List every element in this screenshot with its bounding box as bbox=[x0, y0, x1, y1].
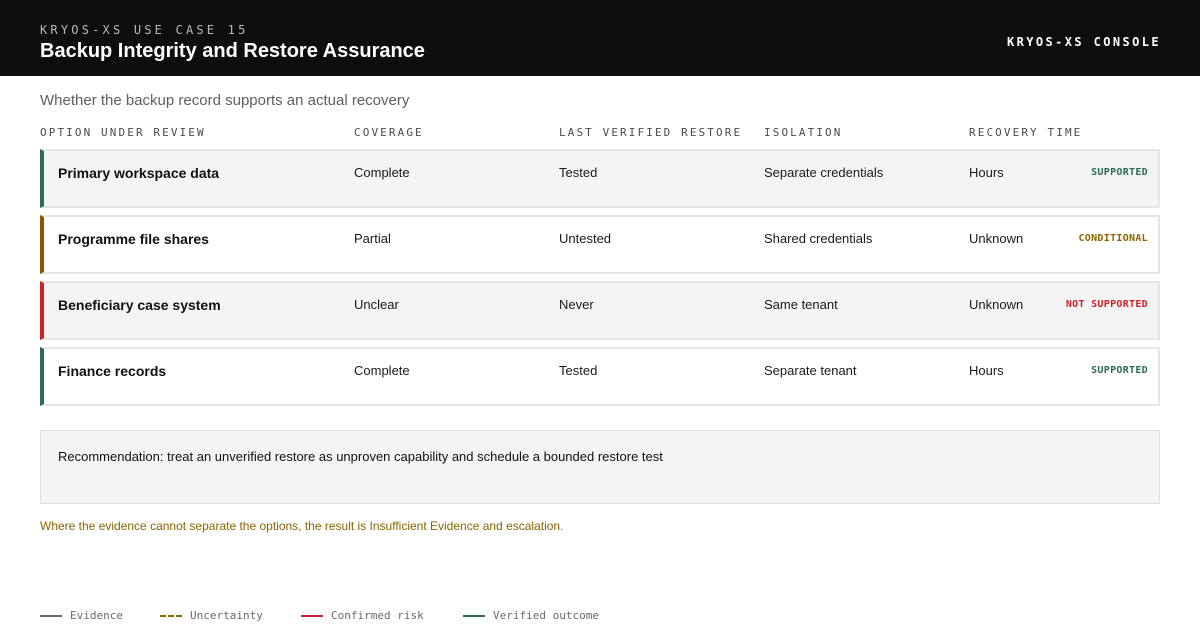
column-header-last-verified-restore: LAST VERIFIED RESTORE bbox=[559, 126, 743, 139]
isolation-value: Separate credentials bbox=[764, 165, 884, 180]
status-badge: CONDITIONAL bbox=[1078, 233, 1148, 244]
evidence-line-icon bbox=[40, 615, 62, 617]
recovery-time-value: Unknown bbox=[969, 297, 1024, 312]
last-verified-restore-value: Tested bbox=[559, 363, 598, 378]
page-title: Backup Integrity and Restore Assurance bbox=[40, 40, 425, 62]
last-verified-restore-value: Untested bbox=[559, 231, 612, 246]
isolation-value: Shared credentials bbox=[764, 231, 873, 246]
legend-label: Evidence bbox=[70, 609, 123, 622]
uncertainty-line-icon bbox=[160, 615, 182, 617]
recovery-time-value: Hours bbox=[969, 363, 1004, 378]
status-badge: NOT SUPPORTED bbox=[1065, 299, 1148, 310]
column-header-coverage: COVERAGE bbox=[354, 126, 424, 139]
use-case-eyebrow: KRYOS-XS USE CASE 15 bbox=[40, 23, 249, 37]
column-header-recovery-time: RECOVERY TIME bbox=[969, 126, 1083, 139]
option-name: Programme file shares bbox=[58, 231, 209, 247]
page-subtitle: Whether the backup record supports an ac… bbox=[40, 92, 410, 109]
option-name: Finance records bbox=[58, 363, 167, 379]
status-badge: SUPPORTED bbox=[1091, 167, 1148, 178]
option-name: Beneficiary case system bbox=[58, 297, 221, 313]
legend-label: Uncertainty bbox=[190, 609, 263, 622]
top-header: KRYOS-XS USE CASE 15 Backup Integrity an… bbox=[0, 0, 1200, 76]
option-name: Primary workspace data bbox=[58, 165, 220, 181]
recommendation-panel: Recommendation: treat an unverified rest… bbox=[40, 430, 1160, 504]
coverage-value: Complete bbox=[354, 363, 410, 378]
status-badge: SUPPORTED bbox=[1091, 365, 1148, 376]
legend-label: Verified outcome bbox=[493, 609, 599, 622]
isolation-value: Separate tenant bbox=[764, 363, 857, 378]
isolation-value: Same tenant bbox=[764, 297, 838, 312]
table-row[interactable]: Programme file shares Partial Untested S… bbox=[40, 215, 1160, 274]
confirmed-risk-line-icon bbox=[301, 615, 323, 617]
console-label: KRYOS-XS CONSOLE bbox=[1007, 35, 1161, 49]
column-header-isolation: ISOLATION bbox=[764, 126, 843, 139]
column-header-option: OPTION UNDER REVIEW bbox=[40, 126, 206, 139]
coverage-value: Unclear bbox=[354, 297, 399, 312]
legend-label: Confirmed risk bbox=[331, 609, 424, 622]
coverage-value: Complete bbox=[354, 165, 410, 180]
last-verified-restore-value: Never bbox=[559, 297, 594, 312]
escalation-note: Where the evidence cannot separate the o… bbox=[40, 519, 564, 533]
recommendation-text: Recommendation: treat an unverified rest… bbox=[58, 449, 663, 464]
table-row[interactable]: Primary workspace data Complete Tested S… bbox=[40, 149, 1160, 208]
recovery-time-value: Unknown bbox=[969, 231, 1024, 246]
verified-outcome-line-icon bbox=[463, 615, 485, 617]
last-verified-restore-value: Tested bbox=[559, 165, 598, 180]
coverage-value: Partial bbox=[354, 231, 391, 246]
table-row[interactable]: Beneficiary case system Unclear Never Sa… bbox=[40, 281, 1160, 340]
recovery-time-value: Hours bbox=[969, 165, 1004, 180]
table-row[interactable]: Finance records Complete Tested Separate… bbox=[40, 347, 1160, 406]
